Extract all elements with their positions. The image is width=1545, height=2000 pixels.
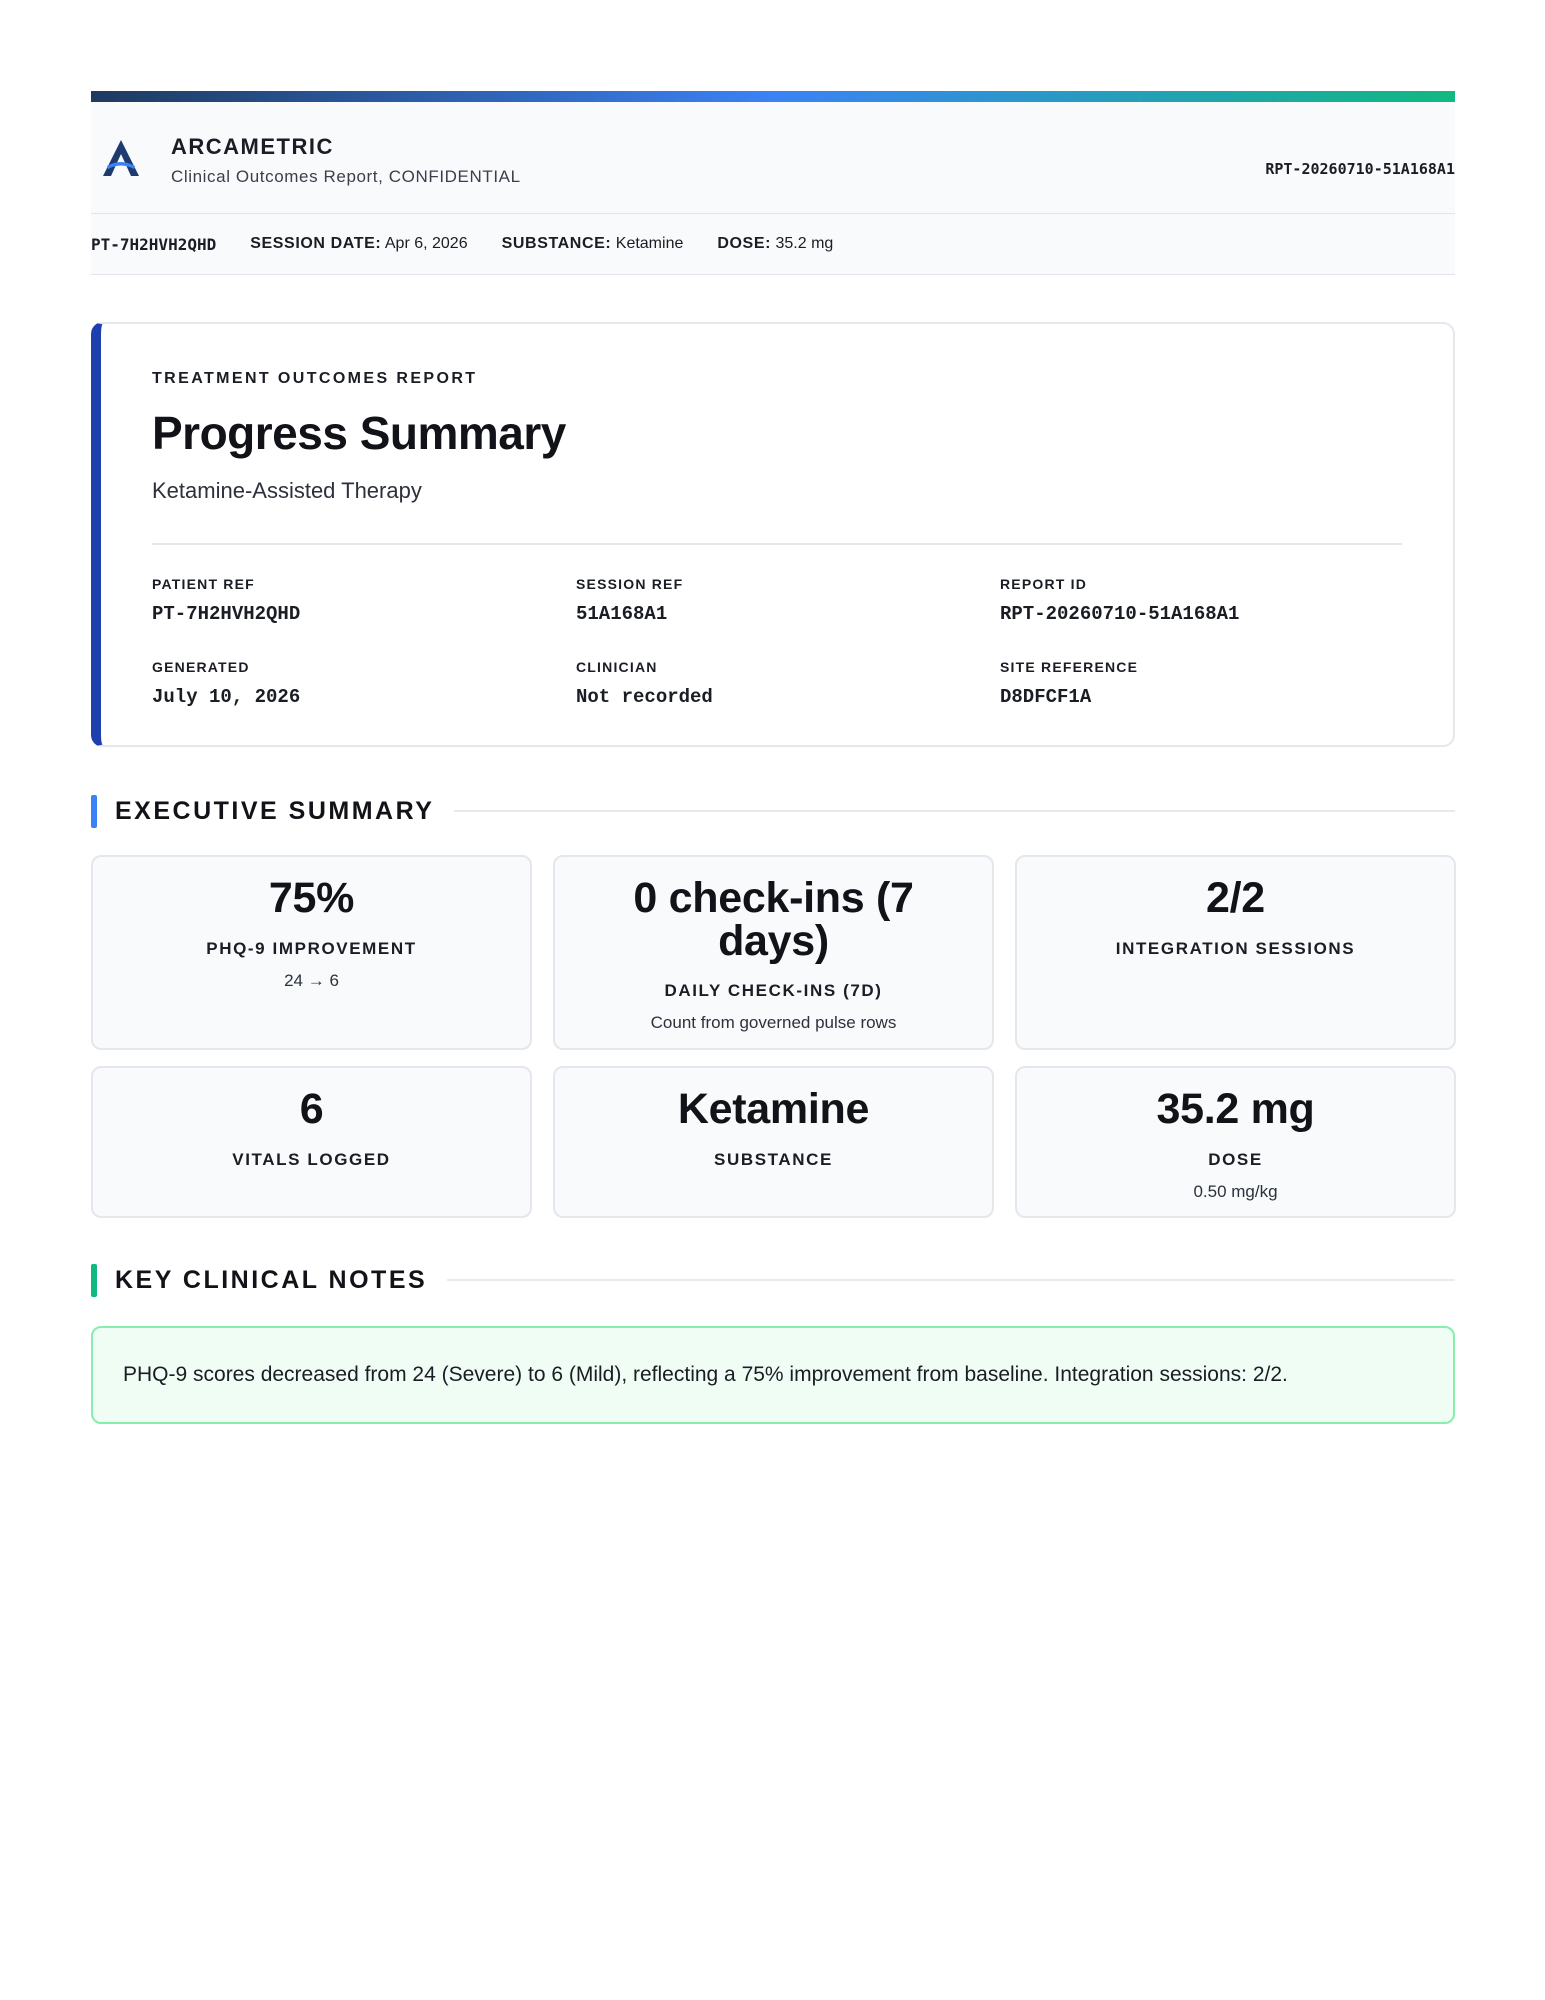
metric-value: 35.2 mg [1156,1085,1315,1133]
metric-sub: 24 → 6 [284,971,339,990]
field-label: GENERATED [152,659,250,675]
meta-substance-label: SUBSTANCE: [501,235,612,252]
metric-value: 75% [268,874,355,922]
field-generated: GENERATED July 10, 2026 [152,659,576,708]
meta-session-date-value: Apr 6, 2026 [384,235,468,252]
metric-cards-grid: 75% PHQ-9 IMPROVEMENT 24 → 6 0 check-ins… [91,855,1456,1218]
field-value: RPT-20260710-51A168A1 [1000,603,1240,625]
meta-substance: SUBSTANCE: Ketamine [502,235,684,253]
metric-card-vitals: 6 VITALS LOGGED [91,1066,532,1218]
metric-value: 6 [299,1085,324,1133]
metric-sub: Count from governed pulse rows [650,1013,897,1032]
metric-value: 0 check-ins (7 days) [633,874,914,965]
section-divider [447,1279,1455,1281]
section-accent-bar [91,1263,97,1297]
meta-dose: DOSE: 35.2 mg [717,235,833,253]
brand-subtitle: Clinical Outcomes Report, CONFIDENTIAL [171,167,521,186]
clinical-notes-heading: KEY CLINICAL NOTES [91,1262,1455,1298]
field-clinician: CLINICIAN Not recorded [576,659,1000,708]
field-value: Not recorded [576,686,713,708]
metric-card-checkins: 0 check-ins (7 days) DAILY CHECK-INS (7D… [553,855,994,1050]
section-title: KEY CLINICAL NOTES [115,1265,428,1294]
clinical-notes-text: PHQ-9 scores decreased from 24 (Severe) … [123,1363,1288,1386]
metric-label: DOSE [1208,1150,1263,1169]
hero-divider [152,543,1402,545]
section-accent-bar [91,794,97,828]
session-meta-strip: PT-7H2HVH2QHD SESSION DATE: Apr 6, 2026 … [91,214,1455,275]
meta-dose-value: 35.2 mg [775,235,834,252]
field-value: 51A168A1 [576,603,668,625]
hero-kicker: TREATMENT OUTCOMES REPORT [152,370,478,387]
metric-label: DAILY CHECK-INS (7D) [664,981,883,1000]
field-patient-ref: PATIENT REF PT-7H2HVH2QHD [152,576,576,625]
metric-value: Ketamine [677,1085,870,1133]
brand-block: ARCAMETRIC Clinical Outcomes Report, CON… [171,134,521,187]
metric-card-phq9: 75% PHQ-9 IMPROVEMENT 24 → 6 [91,855,532,1050]
header-report-id: RPT-20260710-51A168A1 [1265,160,1455,178]
metric-label: INTEGRATION SESSIONS [1115,939,1356,958]
progress-summary-card: TREATMENT OUTCOMES REPORT Progress Summa… [91,322,1455,747]
page-title: Progress Summary [152,407,566,459]
metric-label: PHQ-9 IMPROVEMENT [206,939,417,958]
metric-card-dose: 35.2 mg DOSE 0.50 mg/kg [1015,1066,1456,1218]
meta-patient-id: PT-7H2HVH2QHD [91,234,217,254]
field-value: July 10, 2026 [152,686,301,708]
metric-card-substance: Ketamine SUBSTANCE [553,1066,994,1218]
arcametric-a-logo-icon [103,140,139,176]
metric-card-integration: 2/2 INTEGRATION SESSIONS [1015,855,1456,1050]
field-label: SESSION REF [576,576,684,592]
metric-label: SUBSTANCE [714,1150,833,1169]
meta-substance-value: Ketamine [615,235,684,252]
report-header: ARCAMETRIC Clinical Outcomes Report, CON… [91,102,1455,214]
section-title: EXECUTIVE SUMMARY [115,796,435,825]
meta-session-date-label: SESSION DATE: [250,235,382,252]
field-value: PT-7H2HVH2QHD [152,603,301,625]
brand-name: ARCAMETRIC [171,134,334,159]
meta-dose-label: DOSE: [717,235,772,252]
hero-subtitle: Ketamine-Assisted Therapy [152,478,422,503]
report-fields-grid: PATIENT REF PT-7H2HVH2QHD SESSION REF 51… [152,576,1422,708]
field-label: SITE REFERENCE [1000,659,1139,675]
report-page: ARCAMETRIC Clinical Outcomes Report, CON… [91,91,1456,1424]
metric-value: 2/2 [1206,874,1265,922]
field-label: REPORT ID [1000,576,1088,592]
metric-label: VITALS LOGGED [232,1150,391,1169]
field-site-reference: SITE REFERENCE D8DFCF1A [1000,659,1422,708]
field-label: PATIENT REF [152,576,255,592]
field-label: CLINICIAN [576,659,658,675]
field-value: D8DFCF1A [1000,686,1092,708]
clinical-notes-box: PHQ-9 scores decreased from 24 (Severe) … [91,1326,1455,1424]
section-divider [454,810,1455,812]
field-session-ref: SESSION REF 51A168A1 [576,576,1000,625]
metric-sub: 0.50 mg/kg [1193,1182,1278,1201]
field-report-id: REPORT ID RPT-20260710-51A168A1 [1000,576,1422,625]
meta-session-date: SESSION DATE: Apr 6, 2026 [250,235,467,253]
gradient-top-bar [91,91,1455,102]
executive-summary-heading: EXECUTIVE SUMMARY [91,793,1455,829]
